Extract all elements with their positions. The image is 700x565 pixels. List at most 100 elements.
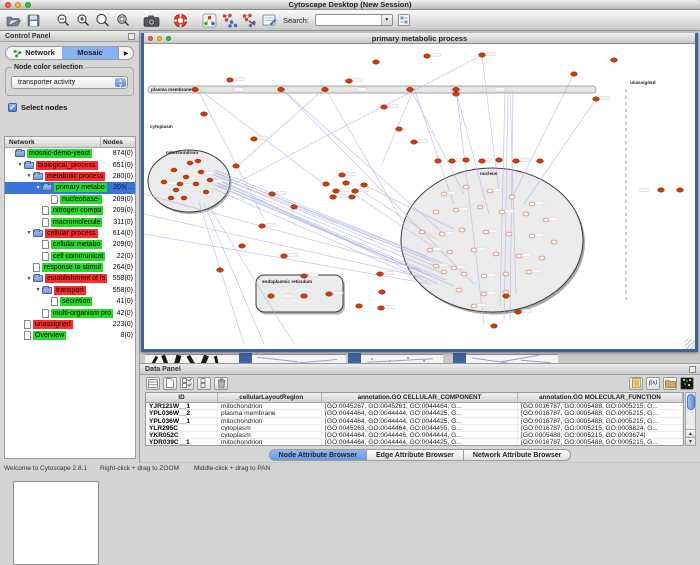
network-node[interactable] bbox=[352, 189, 359, 193]
notes-icon[interactable] bbox=[629, 377, 643, 390]
network-node[interactable] bbox=[177, 182, 183, 186]
tree-row-biological-process[interactable]: ▼biological_process651(0) bbox=[5, 159, 135, 170]
network-node[interactable] bbox=[339, 173, 346, 177]
tree-row-establishment-of-lo[interactable]: ▼establishment of lo558(0) bbox=[5, 273, 135, 284]
minimize-button[interactable] bbox=[15, 2, 21, 8]
network-node[interactable] bbox=[479, 159, 486, 163]
network-node[interactable] bbox=[168, 196, 174, 200]
help-icon[interactable] bbox=[172, 12, 189, 29]
network-node[interactable] bbox=[301, 294, 308, 298]
network-node[interactable] bbox=[268, 294, 275, 298]
network-node[interactable] bbox=[356, 304, 363, 308]
network-node[interactable] bbox=[379, 290, 386, 294]
network-node[interactable] bbox=[193, 182, 199, 186]
tree-row-macromolecule[interactable]: macromolecule311(0) bbox=[5, 216, 135, 227]
network-node[interactable] bbox=[503, 294, 510, 298]
network-node[interactable] bbox=[407, 87, 414, 91]
network-node[interactable] bbox=[233, 164, 240, 168]
tab-mosaic[interactable]: Mosaic bbox=[62, 47, 118, 59]
tree-row-cellular-metabo[interactable]: cellular metabo209(0) bbox=[5, 239, 135, 250]
zoom-selected-icon[interactable] bbox=[94, 12, 111, 29]
tree-expand-icon[interactable]: ▼ bbox=[34, 287, 42, 293]
network-node[interactable] bbox=[451, 266, 457, 270]
network-node[interactable] bbox=[343, 181, 350, 185]
tree-row-primary-metabo[interactable]: ▼primary metabo209(... bbox=[5, 182, 135, 193]
table-column-header[interactable]: annotation.GO MOLECULAR_FUNCTION bbox=[518, 393, 683, 402]
network-node[interactable] bbox=[217, 268, 224, 272]
create-view-icon[interactable] bbox=[221, 12, 238, 29]
network-node[interactable] bbox=[161, 180, 167, 184]
table-row[interactable]: YLR295Ccytoplasm[GO:0045263, GO:0044464,… bbox=[146, 425, 683, 432]
network-node[interactable] bbox=[411, 140, 418, 144]
network-node[interactable] bbox=[496, 158, 503, 162]
network-node[interactable] bbox=[323, 182, 330, 186]
network-node[interactable] bbox=[463, 185, 469, 189]
import-attributes-icon[interactable] bbox=[663, 377, 677, 390]
table-scrollbar[interactable]: ▲ ▼ bbox=[685, 392, 696, 446]
delete-attribute-icon[interactable] bbox=[214, 377, 228, 390]
network-node[interactable] bbox=[203, 190, 209, 194]
tabs-overflow-arrow[interactable]: ▶ bbox=[118, 47, 133, 59]
network-node[interactable] bbox=[483, 230, 489, 234]
network-node[interactable] bbox=[447, 250, 453, 254]
table-row[interactable]: YJR121W__1mitochondrion[GO:0045267, GO:0… bbox=[146, 403, 683, 410]
network-node[interactable] bbox=[479, 53, 486, 57]
network-node[interactable] bbox=[509, 195, 515, 199]
search-input[interactable]: ▼ bbox=[315, 14, 393, 26]
network-node[interactable] bbox=[471, 304, 477, 308]
network-node[interactable] bbox=[291, 205, 298, 209]
network-node[interactable] bbox=[677, 188, 684, 192]
network-node[interactable] bbox=[441, 270, 447, 274]
table-column-header[interactable]: ID bbox=[146, 393, 218, 402]
float-panel-icon[interactable] bbox=[128, 33, 135, 40]
network-node[interactable] bbox=[195, 159, 201, 163]
tree-column-network[interactable]: Network bbox=[5, 137, 101, 147]
network-node[interactable] bbox=[419, 230, 425, 234]
tree-row-response-to-stimul[interactable]: response to stimul264(0) bbox=[5, 262, 135, 273]
tree-row-nitrogen-compo[interactable]: nitrogen compo209(0) bbox=[5, 205, 135, 216]
vizmapper-icon[interactable] bbox=[201, 12, 218, 29]
float-data-panel-icon[interactable] bbox=[689, 366, 696, 373]
search-dropdown-arrow[interactable]: ▼ bbox=[381, 15, 392, 25]
network-node[interactable] bbox=[377, 272, 384, 276]
scroll-down-icon[interactable]: ▼ bbox=[686, 437, 695, 445]
network-node[interactable] bbox=[481, 292, 487, 296]
network-node[interactable] bbox=[593, 97, 600, 101]
tree-row-overview[interactable]: Overview8(0) bbox=[5, 330, 135, 341]
network-node[interactable] bbox=[330, 195, 337, 199]
network-node[interactable] bbox=[361, 183, 368, 187]
network-node[interactable] bbox=[515, 310, 522, 314]
snapshot-icon[interactable] bbox=[143, 12, 160, 29]
network-node[interactable] bbox=[491, 324, 498, 328]
scrollbar-thumb[interactable] bbox=[687, 394, 695, 410]
network-node[interactable] bbox=[207, 178, 213, 182]
network-node[interactable] bbox=[529, 202, 535, 206]
window-resize-grip[interactable] bbox=[685, 339, 695, 349]
function-builder-icon[interactable]: f(x) bbox=[646, 377, 660, 390]
network-node[interactable] bbox=[378, 306, 385, 310]
network-node[interactable] bbox=[424, 54, 431, 58]
network-node[interactable] bbox=[439, 232, 445, 236]
background-window-fragment[interactable] bbox=[361, 354, 443, 363]
create-attribute-icon[interactable] bbox=[163, 377, 177, 390]
background-window-fragment[interactable] bbox=[145, 354, 239, 363]
network-node[interactable] bbox=[227, 78, 234, 82]
table-row[interactable]: YPL036W__2plasma membrane[GO:0044464, GO… bbox=[146, 410, 683, 417]
network-node[interactable] bbox=[346, 79, 353, 83]
network-node[interactable] bbox=[187, 161, 193, 165]
network-node[interactable] bbox=[278, 87, 285, 91]
network-node[interactable] bbox=[503, 272, 509, 276]
scroll-up-icon[interactable]: ▲ bbox=[686, 429, 695, 437]
network-node[interactable] bbox=[201, 112, 208, 116]
tab-network[interactable]: Network bbox=[6, 47, 62, 59]
network-node[interactable] bbox=[449, 159, 456, 163]
zoom-fit-icon[interactable] bbox=[114, 12, 131, 29]
network-node[interactable] bbox=[481, 274, 487, 278]
app-titlebar[interactable]: Cytoscape Desktop (New Session) bbox=[0, 0, 700, 10]
tab-node-attribute-browser[interactable]: Node Attribute Browser bbox=[269, 449, 367, 461]
network-node[interactable] bbox=[281, 254, 288, 258]
network-node[interactable] bbox=[611, 58, 618, 62]
save-icon[interactable] bbox=[25, 12, 42, 29]
network-node[interactable] bbox=[183, 175, 189, 179]
tree-column-nodes[interactable]: Nodes bbox=[101, 137, 135, 147]
